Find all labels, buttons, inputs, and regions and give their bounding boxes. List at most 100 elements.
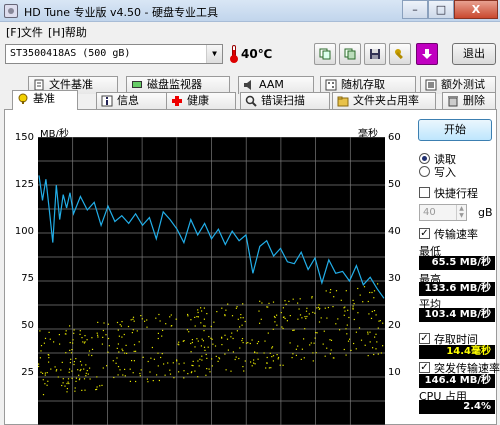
short-stroke-checkbox[interactable] (419, 187, 430, 198)
access-time-point (271, 346, 274, 348)
access-time-point (380, 352, 382, 354)
access-time-point (102, 367, 104, 369)
options-button[interactable] (389, 43, 411, 65)
access-time-point (81, 364, 83, 366)
access-time-point (117, 374, 119, 376)
burst-rate-checkbox[interactable]: ✓ (419, 362, 430, 373)
menu-help[interactable]: [H]帮助 (48, 24, 87, 40)
access-time-point (314, 337, 316, 339)
access-time-point (99, 385, 101, 387)
access-time-checkbox[interactable]: ✓ (419, 333, 430, 344)
access-time-point (66, 388, 68, 390)
access-time-point (378, 320, 380, 322)
access-time-point (206, 368, 208, 370)
tab-row-bottom: 基准 信息 健康 错误扫描 文件夹占用率 删除 (0, 90, 500, 110)
access-time-point (48, 361, 50, 363)
spinner-arrows-icon[interactable]: ▲ ▼ (456, 205, 466, 220)
access-time-point (324, 355, 326, 357)
save-button[interactable] (364, 43, 386, 65)
menu-file[interactable]: [F]文件 (6, 24, 43, 40)
access-time-point (163, 363, 165, 365)
access-time-point (317, 306, 320, 308)
access-time-point (312, 360, 314, 362)
access-time-point (165, 323, 167, 325)
access-time-point (118, 335, 120, 337)
access-time-point (150, 357, 152, 359)
access-time-point (159, 320, 161, 322)
maximize-button[interactable]: □ (428, 0, 454, 19)
access-time-point (68, 382, 70, 385)
access-time-point (367, 333, 369, 335)
access-time-point (337, 318, 339, 320)
download-button[interactable] (416, 43, 438, 65)
access-time-point (277, 358, 279, 360)
access-time-point (196, 338, 198, 340)
tab-folder-usage[interactable]: 文件夹占用率 (332, 92, 436, 110)
access-time-point (375, 348, 377, 350)
access-time-point (88, 354, 90, 356)
plot-area (38, 137, 385, 425)
copy-all-button[interactable] (339, 43, 361, 65)
drive-select[interactable]: ST3500418AS (500 gB) ▼ (5, 44, 223, 64)
access-time-point (96, 386, 98, 388)
app-icon (4, 4, 18, 18)
access-time-point (68, 371, 70, 373)
access-time-point (197, 360, 199, 362)
tab-benchmark[interactable]: 基准 (12, 90, 78, 110)
access-time-point (121, 321, 123, 323)
access-time-point (161, 335, 163, 337)
access-time-point (97, 334, 99, 336)
access-time-point (226, 338, 229, 340)
access-time-point (270, 367, 272, 369)
access-time-point (332, 306, 334, 308)
close-button[interactable]: X (454, 0, 498, 19)
copy-info-button[interactable] (314, 43, 336, 65)
access-time-point (373, 297, 375, 299)
transfer-rate-checkbox[interactable]: ✓ (419, 228, 430, 239)
exit-button[interactable]: 退出 (452, 43, 496, 65)
access-time-value: 14.4毫秒 (419, 345, 495, 359)
access-time-point (191, 364, 193, 366)
access-time-point (125, 344, 127, 346)
short-stroke-spinner[interactable]: 40 ▲ ▼ (419, 204, 467, 221)
access-time-point (224, 353, 226, 355)
tab-erase[interactable]: 删除 (442, 92, 496, 110)
minimize-button[interactable]: – (402, 0, 428, 19)
access-time-point (359, 294, 361, 296)
access-time-point (155, 317, 157, 319)
access-time-point (353, 303, 355, 305)
access-time-point (272, 355, 275, 357)
tab-info[interactable]: 信息 (96, 92, 170, 110)
access-time-point (56, 369, 58, 371)
access-time-point (282, 327, 284, 330)
write-radio[interactable] (419, 166, 430, 177)
tab-error-scan[interactable]: 错误扫描 (240, 92, 330, 110)
access-time-point (197, 316, 199, 318)
tab-health[interactable]: 健康 (166, 92, 236, 110)
access-time-point (210, 325, 212, 327)
access-time-point (77, 369, 79, 371)
access-time-point (243, 370, 245, 372)
access-time-point (79, 330, 81, 332)
wrench-icon (395, 49, 403, 60)
access-time-point (370, 317, 373, 319)
start-button[interactable]: 开始 (418, 119, 492, 141)
access-time-point (188, 331, 190, 333)
access-time-point (106, 365, 108, 367)
access-time-point (85, 364, 87, 366)
access-time-point (371, 310, 373, 313)
access-time-point (182, 340, 184, 342)
access-time-point (210, 337, 212, 339)
read-radio[interactable] (419, 153, 430, 164)
chevron-down-icon[interactable]: ▼ (206, 45, 222, 63)
access-time-point (303, 338, 305, 340)
access-time-point (102, 336, 104, 338)
access-time-point (44, 374, 46, 376)
temperature-value: 40℃ (241, 47, 273, 61)
access-time-point (284, 300, 286, 302)
tab-label: 文件夹占用率 (353, 94, 419, 107)
access-time-point (310, 342, 312, 344)
access-time-point (190, 351, 192, 353)
y-left-tick: 150 (14, 132, 34, 143)
access-time-point (292, 298, 294, 300)
